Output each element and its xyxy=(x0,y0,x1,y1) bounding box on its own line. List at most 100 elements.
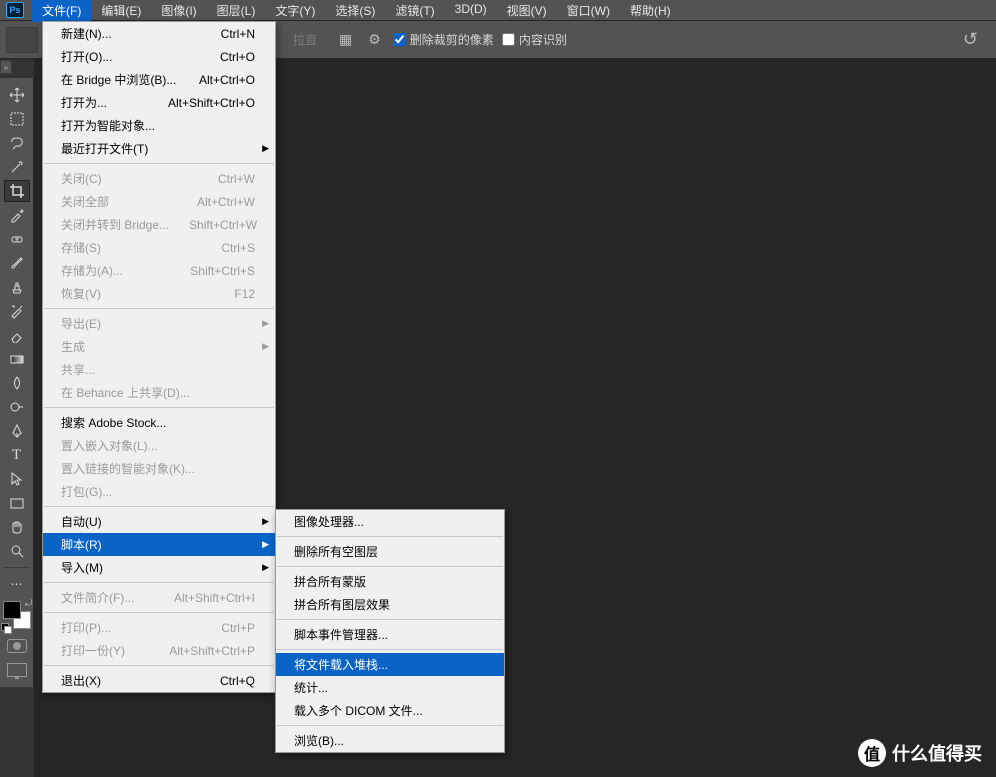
hand-tool[interactable] xyxy=(4,516,30,538)
rectangle-tool[interactable] xyxy=(4,492,30,514)
pen-tool[interactable] xyxy=(4,420,30,442)
file-menu-item-label-2: 在 Bridge 中浏览(B)... xyxy=(61,71,176,88)
file-menu-item-21: 置入链接的智能对象(K)... xyxy=(43,457,275,480)
scripts-menu-item-11[interactable]: 载入多个 DICOM 文件... xyxy=(276,699,504,722)
scripts-menu-item-10[interactable]: 统计... xyxy=(276,676,504,699)
file-menu-item-0[interactable]: 新建(N)...Ctrl+N xyxy=(43,22,275,45)
file-menu-item-label-17: 在 Behance 上共享(D)... xyxy=(61,384,190,401)
file-menu-item-4[interactable]: 打开为智能对象... xyxy=(43,114,275,137)
file-menu-item-10: 存储(S)Ctrl+S xyxy=(43,236,275,259)
file-menu-item-1[interactable]: 打开(O)... Ctrl+O xyxy=(43,45,275,68)
file-menu-item-label-9: 关闭并转到 Bridge... xyxy=(61,216,169,233)
scripts-menu-item-label-0: 图像处理器... xyxy=(294,513,364,530)
scripts-menu-item-4[interactable]: 拼合所有蒙版 xyxy=(276,570,504,593)
watermark-text: 什么值得买 xyxy=(892,740,982,766)
file-menu-item-shortcut-28: Alt+Shift+Ctrl+I xyxy=(174,591,255,605)
panel-expander[interactable]: » xyxy=(0,60,12,74)
file-menu-item-7: 关闭(C)Ctrl+W xyxy=(43,167,275,190)
eyedropper-tool[interactable] xyxy=(4,204,30,226)
file-menu-item-20: 置入嵌入对象(L)... xyxy=(43,434,275,457)
menubar-item-3[interactable]: 图层(L) xyxy=(207,0,266,22)
tool-preset-picker[interactable] xyxy=(6,27,38,53)
file-menu-item-28: 文件简介(F)... Alt+Shift+Ctrl+I xyxy=(43,586,275,609)
file-menu-item-22: 打包(G)... xyxy=(43,480,275,503)
eraser-tool[interactable] xyxy=(4,324,30,346)
file-menu-item-label-5: 最近打开文件(T) xyxy=(61,140,148,157)
menubar-item-4[interactable]: 文字(Y) xyxy=(265,0,325,22)
history-brush-tool[interactable] xyxy=(4,300,30,322)
lasso-tool[interactable] xyxy=(4,132,30,154)
scripts-menu-item-7[interactable]: 脚本事件管理器... xyxy=(276,623,504,646)
file-menu-item-3[interactable]: 打开为...Alt+Shift+Ctrl+O xyxy=(43,91,275,114)
scripts-menu-item-0[interactable]: 图像处理器... xyxy=(276,510,504,533)
content-aware-checkbox[interactable]: 内容识别 xyxy=(502,31,567,48)
dodge-tool[interactable] xyxy=(4,396,30,418)
brush-tool[interactable] xyxy=(4,252,30,274)
scripts-menu-item-label-4: 拼合所有蒙版 xyxy=(294,573,366,590)
file-menu-item-label-22: 打包(G)... xyxy=(61,483,112,500)
file-menu-item-label-12: 恢复(V) xyxy=(61,285,101,302)
clone-stamp-tool[interactable] xyxy=(4,276,30,298)
file-menu-item-label-31: 打印一份(Y) xyxy=(61,642,125,659)
blur-tool[interactable] xyxy=(4,372,30,394)
file-menu-item-label-33: 退出(X) xyxy=(61,672,101,689)
menubar-item-2[interactable]: 图像(I) xyxy=(151,0,206,22)
color-swatches[interactable]: ⤾ xyxy=(3,601,31,629)
menubar-item-8[interactable]: 视图(V) xyxy=(497,0,557,22)
magic-wand-tool[interactable] xyxy=(4,156,30,178)
file-menu-item-24[interactable]: 自动(U) xyxy=(43,510,275,533)
marquee-tool[interactable] xyxy=(4,108,30,130)
menubar-item-7[interactable]: 3D(D) xyxy=(445,0,497,22)
file-menu-item-shortcut-9: Shift+Ctrl+W xyxy=(189,218,257,232)
scripts-menu-item-label-5: 拼合所有图层效果 xyxy=(294,596,390,613)
default-colors-icon[interactable] xyxy=(1,623,9,631)
move-tool[interactable] xyxy=(4,84,30,106)
file-menu-item-shortcut-1: Ctrl+O xyxy=(220,50,255,64)
file-menu-item-label-28: 文件简介(F)... xyxy=(61,589,134,606)
type-tool[interactable]: T xyxy=(4,444,30,466)
scripts-menu-item-9[interactable]: 将文件载入堆栈... xyxy=(276,653,504,676)
file-menu-item-label-19: 搜索 Adobe Stock... xyxy=(61,414,166,431)
scripts-menu-item-13[interactable]: 浏览(B)... xyxy=(276,729,504,752)
healing-brush-tool[interactable] xyxy=(4,228,30,250)
scripts-menu-item-2[interactable]: 删除所有空图层 xyxy=(276,540,504,563)
foreground-color[interactable] xyxy=(3,601,21,619)
zoom-tool[interactable] xyxy=(4,540,30,562)
grid-overlay-icon[interactable]: ▦ xyxy=(335,31,356,48)
menubar-item-10[interactable]: 帮助(H) xyxy=(620,0,681,22)
menubar-item-5[interactable]: 选择(S) xyxy=(325,0,385,22)
path-selection-tool[interactable] xyxy=(4,468,30,490)
file-menu-item-33[interactable]: 退出(X)Ctrl+Q xyxy=(43,669,275,692)
file-menu-item-5[interactable]: 最近打开文件(T) xyxy=(43,137,275,160)
scripts-menu-item-5[interactable]: 拼合所有图层效果 xyxy=(276,593,504,616)
file-menu-sep-18 xyxy=(44,407,274,408)
menubar-item-9[interactable]: 窗口(W) xyxy=(557,0,620,22)
file-menu-item-label-8: 关闭全部 xyxy=(61,193,109,210)
menubar-item-1[interactable]: 编辑(E) xyxy=(91,0,151,22)
settings-icon[interactable]: ⚙ xyxy=(364,31,385,48)
quick-mask-icon[interactable] xyxy=(7,639,27,653)
file-menu-item-label-26: 导入(M) xyxy=(61,559,103,576)
swap-colors-icon[interactable]: ⤾ xyxy=(25,598,33,609)
file-menu-item-shortcut-8: Alt+Ctrl+W xyxy=(197,195,255,209)
crop-tool[interactable] xyxy=(4,180,30,202)
gradient-tool[interactable] xyxy=(4,348,30,370)
file-menu-item-19[interactable]: 搜索 Adobe Stock... xyxy=(43,411,275,434)
file-menu-item-label-20: 置入嵌入对象(L)... xyxy=(61,437,158,454)
menubar-item-0[interactable]: 文件(F) xyxy=(32,0,91,22)
file-menu-item-2[interactable]: 在 Bridge 中浏览(B)...Alt+Ctrl+O xyxy=(43,68,275,91)
file-menu-item-label-4: 打开为智能对象... xyxy=(61,117,155,134)
edit-toolbar[interactable]: ⋯ xyxy=(4,573,30,595)
scripts-menu-sep-3 xyxy=(277,566,503,567)
file-menu-item-25[interactable]: 脚本(R) xyxy=(43,533,275,556)
file-menu-item-26[interactable]: 导入(M) xyxy=(43,556,275,579)
file-menu-item-label-1: 打开(O)... xyxy=(61,48,112,65)
screen-mode-icon[interactable] xyxy=(7,663,27,677)
file-menu-item-12: 恢复(V)F12 xyxy=(43,282,275,305)
reset-icon[interactable]: ↺ xyxy=(963,29,978,50)
scripts-menu-sep-8 xyxy=(277,649,503,650)
file-menu-item-label-3: 打开为... xyxy=(61,94,107,111)
file-menu-item-shortcut-7: Ctrl+W xyxy=(218,172,255,186)
delete-cropped-checkbox[interactable]: 删除裁剪的像素 xyxy=(393,31,494,48)
menubar-item-6[interactable]: 滤镜(T) xyxy=(385,0,444,22)
